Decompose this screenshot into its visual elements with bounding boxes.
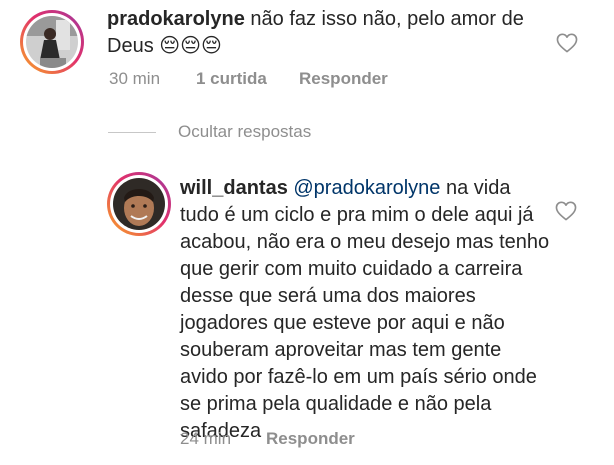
- reply-body: will_dantas @pradokarolyne na vida tudo …: [180, 175, 550, 445]
- comment-likes-count[interactable]: 1 curtida: [196, 69, 299, 89]
- profile-photo-pradokarolyne: [26, 16, 78, 68]
- reply-reply-button[interactable]: Responder: [266, 429, 355, 449]
- reply-username[interactable]: will_dantas: [180, 177, 288, 199]
- avatar-will-dantas[interactable]: [107, 172, 171, 236]
- reply-text: na vida tudo é um ciclo e pra mim o dele…: [180, 177, 550, 442]
- profile-photo-will-dantas: [113, 178, 165, 230]
- reply-mention-link[interactable]: @pradokarolyne: [293, 177, 440, 199]
- heart-icon[interactable]: [556, 33, 578, 53]
- avatar-ring-gap: [23, 13, 81, 71]
- comment-time: 30 min: [109, 69, 161, 88]
- hide-replies-label: Ocultar respostas: [178, 122, 312, 141]
- avatar-ring-gap: [110, 175, 168, 233]
- heart-icon[interactable]: [555, 201, 577, 221]
- comment-reply-button[interactable]: Responder: [299, 69, 388, 89]
- comment-username[interactable]: pradokarolyne: [107, 8, 245, 30]
- comment-body: pradokarolyne não faz isso não, pelo amo…: [107, 6, 547, 60]
- comment-meta: 30 min 1 curtida Responder: [109, 69, 388, 89]
- avatar-pradokarolyne[interactable]: [20, 10, 84, 74]
- divider-line: [108, 131, 156, 133]
- reply-meta: 24 min Responder: [180, 429, 355, 449]
- hide-replies-toggle[interactable]: Ocultar respostas: [108, 122, 311, 142]
- reply-time: 24 min: [180, 429, 232, 448]
